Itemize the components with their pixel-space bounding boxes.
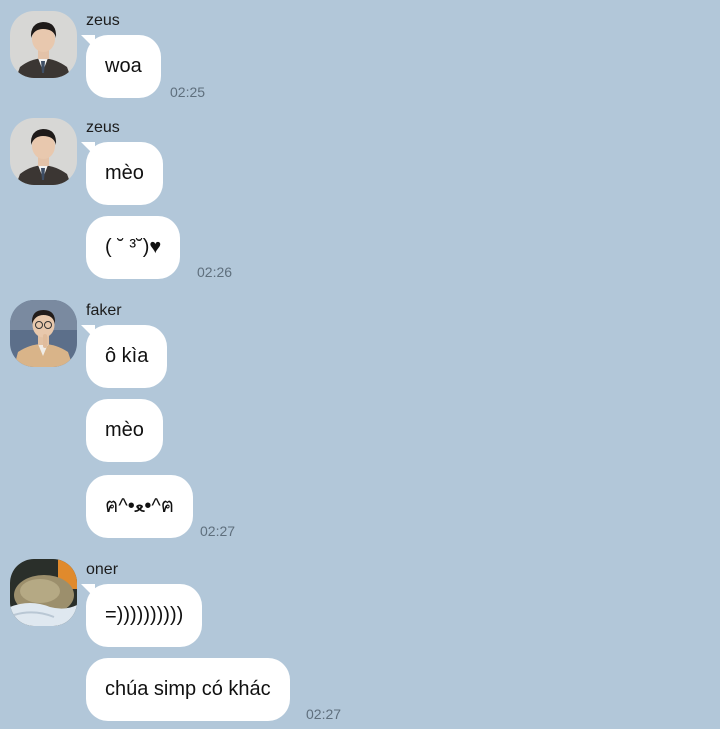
sender-name: oner [86,561,119,578]
message-bubble[interactable]: ( ˘ ³˘)♥ [86,216,181,279]
profile-photo-icon [10,11,77,78]
avatar-faker[interactable] [10,300,77,367]
sender-name: zeus [86,119,120,136]
avatar-oner[interactable] [10,559,77,626]
message-timestamp: 02:26 [197,264,233,280]
message-timestamp: 02:25 [170,84,206,100]
message-bubble[interactable]: chúa simp có khác [86,658,290,721]
avatar-zeus[interactable] [10,118,77,185]
profile-photo-icon [10,559,77,626]
avatar-zeus[interactable] [10,11,77,78]
profile-photo-icon [10,118,77,185]
message-bubble[interactable]: ô kìa [80,325,168,388]
sender-name: zeus [86,12,120,29]
message-bubble[interactable]: mèo [86,399,163,462]
sender-name: faker [86,302,122,319]
profile-photo-icon [10,300,77,367]
message-timestamp: 02:27 [200,523,236,539]
message-bubble[interactable]: ฅ^•ﻌ•^ฅ [86,475,194,538]
message-bubble[interactable]: =)))))))))) [80,584,203,647]
message-timestamp: 02:27 [306,706,342,722]
message-bubble[interactable]: mèo [81,142,163,205]
message-bubble[interactable]: woa [81,35,161,98]
